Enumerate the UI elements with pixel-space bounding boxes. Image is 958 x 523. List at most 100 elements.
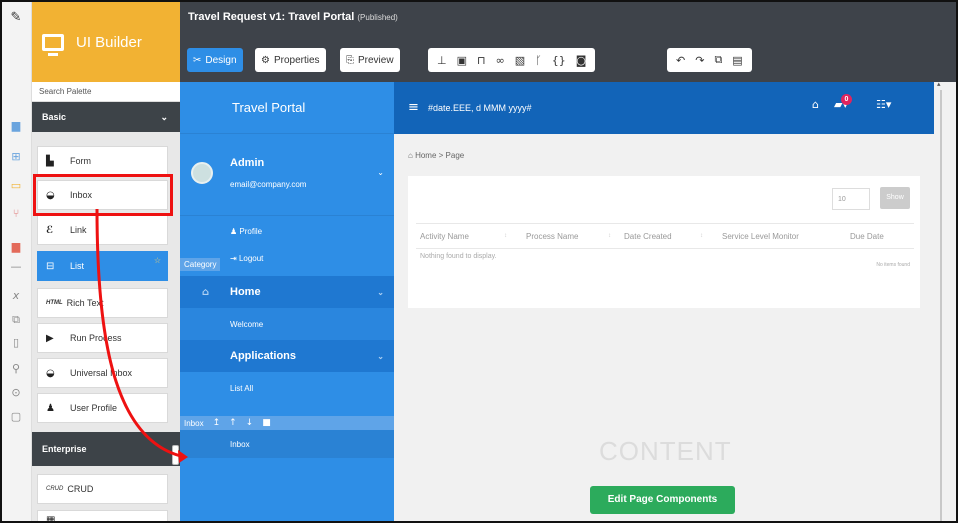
palette-item-user-profile[interactable]: ♟ User Profile [37,393,168,423]
category-basic[interactable]: Basic ⌄ [32,102,180,132]
clipboard-icon[interactable]: ▢ [9,410,23,424]
page-size-select[interactable]: 10 [832,188,870,210]
column-service-level-monitor[interactable]: Service Level Monitor [722,232,799,241]
redo-icon[interactable]: ↷ [695,54,704,67]
menu-icon[interactable]: ≡ [408,100,419,115]
empty-message: Nothing found to display. [420,253,497,260]
branch-icon[interactable]: ᚴ [535,54,542,67]
show-button[interactable]: Show [880,187,910,209]
design-button[interactable]: ✂ Design [187,48,243,72]
preview-button[interactable]: ⎘ Preview [340,48,400,72]
inbox-label: Inbox [230,439,250,449]
arrow-up-icon[interactable]: ↑ [229,418,237,428]
palette-item-run-process[interactable]: ▶ Run Process [37,323,168,353]
list-icon: ⊟ [46,260,55,272]
user-panel[interactable]: Admin email@company.com ⌄ [180,134,394,216]
home-icon[interactable]: ⌂ [812,98,819,111]
tools-icon: ✂ [193,54,202,66]
lock-icon[interactable]: ⊓ [477,54,486,67]
palette-item-rich-text[interactable]: HTML Rich Text [37,288,168,318]
app-name: Travel Request v1: Travel Portal [188,11,355,23]
apps-menu-icon[interactable]: ☷▾ [876,98,891,111]
file-icon[interactable]: ▆ [9,119,23,133]
breadcrumb-text[interactable]: Home > Page [415,151,464,160]
flow-icon[interactable]: ⑂ [9,207,23,221]
scrollbar[interactable] [940,90,942,521]
menu-category-home[interactable]: ⌂ Home ⌄ [180,276,394,308]
home-icon: ⌂ [408,151,413,160]
palette-item-label: CRUD [67,484,94,494]
breadcrumb: ⌂ Home > Page [408,151,464,160]
palette-item-link[interactable]: ℰ Link [37,215,168,245]
palette-item-list[interactable]: ⊟ List ☆ [37,251,168,281]
palette-item-label: User Profile [70,403,118,413]
move-up-parent-icon[interactable]: ↥ [213,418,221,428]
plugin-icon[interactable]: ⚲ [9,362,23,376]
sort-icon[interactable]: ↕ [700,233,703,239]
inbox-toolbar-label: Inbox [184,418,204,428]
edit-icon[interactable]: ✎ [9,11,23,25]
image-icon[interactable]: ▧ [515,54,525,67]
page-content: ⌂ Home > Page 10 Show Activity Name ↕ Pr… [394,134,934,521]
toolbar-edit: ↶ ↷ ⧉ ▤ [667,48,752,72]
sort-icon[interactable]: ↕ [608,233,611,239]
column-process-name[interactable]: Process Name [526,232,578,241]
app-window: ✎ ▆ ⊞ ▭ ⑂ ▆ — x ⧉ ▯ ⚲ ⊙ ▢ UI Builder Sea… [0,0,958,523]
glasses-icon[interactable]: ∞ [496,54,505,67]
paste-icon[interactable]: ▤ [732,54,742,67]
palette-item-universal-inbox[interactable]: ◒ Universal Inbox [37,358,168,388]
search-palette-input[interactable]: Search Palette [32,82,180,102]
palette-item-partial[interactable]: ▦ [37,510,168,521]
category-tag[interactable]: Category [180,258,221,271]
logout-link[interactable]: ⇥ Logout [230,254,263,263]
variable-icon[interactable]: x [9,289,23,303]
copy-icon[interactable]: ⧉ [714,53,722,67]
no-items-label: No items found [876,262,910,268]
chevron-down-icon: ⌄ [160,111,168,122]
arrow-down-icon[interactable]: ↓ [246,418,254,428]
play-icon: ▶ [46,332,54,344]
listall-label: List All [230,383,254,393]
menu-item-list-all[interactable]: List All [180,372,394,404]
category-basic-label: Basic [42,112,67,122]
chevron-down-icon: ⌄ [377,287,384,297]
caret-up-icon[interactable]: ▴ [937,80,941,88]
inbox-element-toolbar: Inbox ↥ ↑ ↓ ■ [180,416,394,430]
sort-icon[interactable]: ↕ [504,233,507,239]
palette-item-form[interactable]: ▙ Form [37,146,168,176]
content-watermark: CONTENT [599,436,732,466]
properties-button[interactable]: ⚙ Properties [255,48,326,72]
tree-icon[interactable]: ⊥ [437,54,447,67]
menu-item-welcome[interactable]: Welcome [180,308,394,340]
page-icon[interactable]: ▯ [9,336,23,350]
settings-icon[interactable]: ⊙ [9,386,23,400]
resize-handle[interactable] [172,445,179,465]
palette-item-label: Rich Text [66,298,104,308]
grid-icon[interactable]: ⊞ [9,150,23,164]
screenshot-icon[interactable]: ◙ [576,54,587,67]
document-icon[interactable]: ▆ [9,240,23,254]
portal-sidebar: Travel Portal Admin email@company.com ⌄ … [180,82,394,521]
code-icon[interactable]: {} [552,54,566,67]
save-icon[interactable]: ▣ [457,54,467,67]
star-icon: ☆ [153,256,161,265]
trash-icon[interactable]: ■ [262,418,271,428]
monitor-icon[interactable]: ▭ [9,179,23,193]
column-activity-name[interactable]: Activity Name [420,232,469,241]
properties-label: Properties [273,54,320,66]
logout-icon: ⇥ [230,254,237,263]
inbox-highlight-box [33,174,173,216]
portal-title[interactable]: Travel Portal [180,82,394,134]
undo-icon[interactable]: ↶ [676,54,685,67]
column-due-date[interactable]: Due Date [850,232,884,241]
edit-page-components-button[interactable]: Edit Page Components [590,486,735,514]
html-icon: HTML [46,300,63,306]
category-enterprise[interactable]: Enterprise [32,432,180,466]
menu-item-inbox[interactable]: Inbox [180,430,394,458]
chevron-down-icon: ⌄ [377,351,384,361]
column-date-created[interactable]: Date Created [624,232,672,241]
palette-item-crud[interactable]: CRUD CRUD [37,474,168,504]
menu-category-applications[interactable]: Applications ⌄ [180,340,394,372]
copy-icon[interactable]: ⧉ [9,313,23,327]
profile-link[interactable]: ♟ Profile [230,227,262,236]
